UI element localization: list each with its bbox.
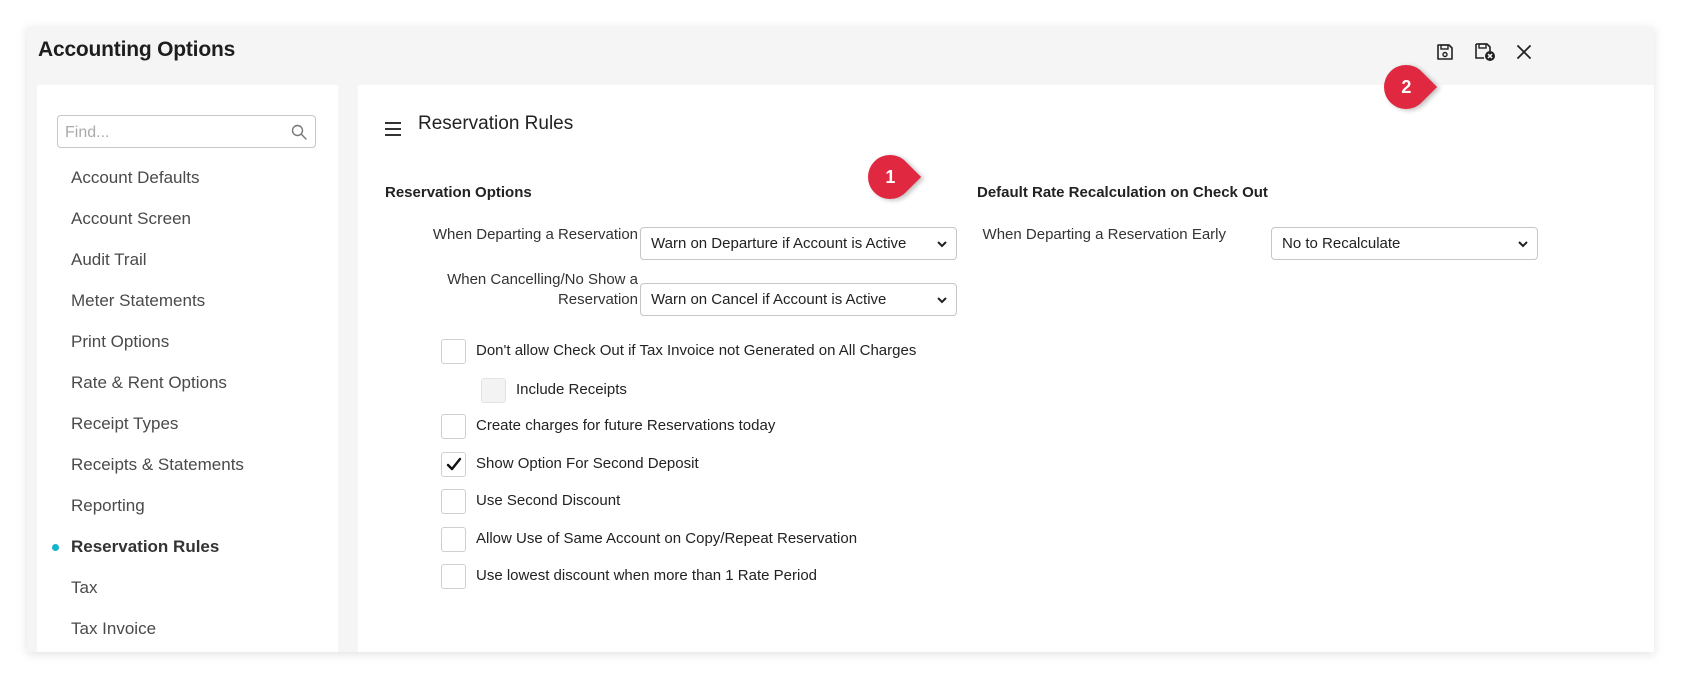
close-button[interactable] bbox=[1509, 37, 1539, 67]
active-indicator-dot bbox=[52, 544, 59, 551]
main-panel: Reservation Rules Reservation Options De… bbox=[358, 85, 1654, 652]
checkbox-label: Use Second Discount bbox=[476, 492, 621, 509]
early-departure-label: When Departing a Reservation Early bbox=[982, 226, 1226, 243]
checkbox[interactable] bbox=[441, 564, 466, 589]
chevron-down-icon bbox=[937, 241, 947, 248]
checkbox[interactable] bbox=[481, 378, 506, 403]
sidebar-item-meter-statements[interactable]: Meter Statements bbox=[37, 280, 338, 321]
chevron-down-icon bbox=[1518, 241, 1528, 248]
checkbox[interactable] bbox=[441, 489, 466, 514]
save-and-exit-icon bbox=[1475, 43, 1495, 61]
departing-select-value: Warn on Departure if Account is Active bbox=[651, 235, 907, 252]
checkbox[interactable] bbox=[441, 527, 466, 552]
section-title: Reservation Rules bbox=[418, 113, 574, 134]
sidebar-item-label: Tax bbox=[71, 578, 98, 597]
sidebar-item-label: Reservation Rules bbox=[71, 537, 220, 556]
departing-select[interactable]: Warn on Departure if Account is Active bbox=[640, 227, 957, 260]
sidebar-item-label: Account Screen bbox=[71, 209, 192, 228]
hamburger-menu-icon[interactable] bbox=[385, 122, 401, 136]
sidebar-item-audit-trail[interactable]: Audit Trail bbox=[37, 239, 338, 280]
checkmark-icon bbox=[446, 457, 462, 471]
sidebar-item-reservation-rules[interactable]: Reservation Rules bbox=[37, 526, 338, 567]
sidebar-nav: Account Defaults Account Screen Audit Tr… bbox=[37, 157, 338, 649]
sidebar: Account Defaults Account Screen Audit Tr… bbox=[37, 85, 338, 652]
sidebar-item-label: Receipt Types bbox=[71, 414, 179, 433]
checkbox[interactable] bbox=[441, 414, 466, 439]
sidebar-item-account-screen[interactable]: Account Screen bbox=[37, 198, 338, 239]
sidebar-item-label: Reporting bbox=[71, 496, 145, 515]
cancel-label: When Cancelling/No Show a Reservation bbox=[447, 271, 638, 308]
checkbox-label: Show Option For Second Deposit bbox=[476, 455, 699, 472]
checkbox-label: Create charges for future Reservations t… bbox=[476, 417, 776, 434]
early-departure-select-value: No to Recalculate bbox=[1282, 235, 1401, 252]
checkbox[interactable] bbox=[441, 452, 466, 477]
sidebar-item-label: Rate & Rent Options bbox=[71, 373, 227, 392]
sidebar-item-label: Receipts & Statements bbox=[71, 455, 244, 474]
chevron-down-icon bbox=[937, 297, 947, 304]
checkbox-label: Include Receipts bbox=[516, 381, 627, 398]
search-icon[interactable] bbox=[291, 124, 307, 140]
early-departure-select[interactable]: No to Recalculate bbox=[1271, 227, 1538, 260]
cancel-select-value: Warn on Cancel if Account is Active bbox=[651, 291, 887, 308]
search-input[interactable] bbox=[63, 116, 282, 149]
sidebar-item-rate-rent-options[interactable]: Rate & Rent Options bbox=[37, 362, 338, 403]
sidebar-item-account-defaults[interactable]: Account Defaults bbox=[37, 157, 338, 198]
checkbox-label: Use lowest discount when more than 1 Rat… bbox=[476, 567, 818, 584]
save-icon bbox=[1437, 44, 1453, 60]
sidebar-item-receipts-statements[interactable]: Receipts & Statements bbox=[37, 444, 338, 485]
sidebar-item-label: Audit Trail bbox=[71, 250, 147, 269]
sidebar-item-tax-invoice[interactable]: Tax Invoice bbox=[37, 608, 338, 649]
accounting-options-window: Accounting Options Find... Account Defau… bbox=[27, 27, 1654, 652]
checkbox-label: Don't allow Check Out if Tax Invoice not… bbox=[476, 342, 917, 359]
sidebar-item-label: Meter Statements bbox=[71, 291, 206, 310]
sidebar-item-label: Print Options bbox=[71, 332, 170, 351]
save-button[interactable] bbox=[1430, 37, 1460, 67]
sidebar-item-label: Account Defaults bbox=[71, 168, 200, 187]
departing-label: When Departing a Reservation bbox=[432, 226, 638, 243]
save-and-exit-button[interactable] bbox=[1470, 37, 1500, 67]
window-title: Accounting Options bbox=[38, 38, 236, 61]
checkbox-label: Allow Use of Same Account on Copy/Repeat… bbox=[476, 530, 858, 547]
sidebar-item-reporting[interactable]: Reporting bbox=[37, 485, 338, 526]
rate-recalc-heading: Default Rate Recalculation on Check Out bbox=[977, 184, 1268, 201]
reservation-options-heading: Reservation Options bbox=[385, 184, 532, 201]
search-box bbox=[57, 115, 316, 149]
sidebar-item-label: Tax Invoice bbox=[71, 619, 157, 638]
sidebar-item-receipt-types[interactable]: Receipt Types bbox=[37, 403, 338, 444]
close-icon bbox=[1517, 45, 1531, 59]
checkbox[interactable] bbox=[441, 339, 466, 364]
sidebar-item-tax[interactable]: Tax bbox=[37, 567, 338, 608]
sidebar-item-print-options[interactable]: Print Options bbox=[37, 321, 338, 362]
cancel-select[interactable]: Warn on Cancel if Account is Active bbox=[640, 283, 957, 316]
